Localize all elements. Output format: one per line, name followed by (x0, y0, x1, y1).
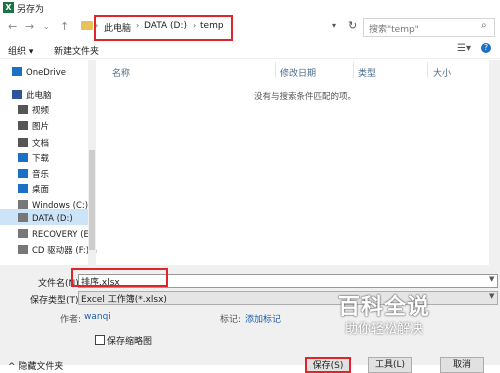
download-icon (18, 153, 28, 162)
nav-item-label: OneDrive (26, 68, 66, 78)
up-arrow-icon[interactable]: ↑ (60, 20, 69, 33)
list-scrollbar[interactable] (489, 60, 500, 265)
column-header-size[interactable]: 大小 (433, 66, 451, 79)
breadcrumb-this-pc[interactable]: 此电脑 (104, 21, 131, 34)
excel-app-icon: X (3, 2, 14, 13)
nav-item[interactable]: CD 驱动器 (F:) a (18, 244, 97, 256)
empty-list-message: 没有与搜索条件匹配的项。 (254, 92, 357, 102)
filename-highlight-box (71, 268, 168, 287)
search-placeholder[interactable]: 搜索"temp" (369, 22, 419, 35)
new-folder-button[interactable]: 新建文件夹 (54, 44, 99, 57)
window-title: 另存为 (17, 5, 45, 15)
tags-value[interactable]: 添加标记 (245, 312, 281, 325)
picture-icon (18, 121, 28, 130)
nav-item[interactable]: Windows (C:) (18, 200, 88, 211)
nav-item[interactable]: 文档 (18, 137, 49, 149)
document-icon (18, 138, 28, 147)
column-divider (427, 62, 428, 78)
tools-button[interactable]: 工具(L) (368, 357, 412, 373)
nav-item-label: 图片 (32, 122, 50, 132)
folder-icon (81, 21, 93, 30)
nav-item-label: 此电脑 (26, 91, 52, 101)
filetype-dropdown-icon[interactable]: ▼ (489, 292, 494, 300)
drive-icon (18, 213, 28, 222)
breadcrumb-separator[interactable]: › (193, 21, 196, 30)
watermark-subtitle: 助你轻松解决 (345, 322, 424, 337)
nav-item[interactable]: 图片 (18, 120, 49, 132)
hide-folders-toggle[interactable]: ^ 隐藏文件夹 (8, 359, 63, 372)
nav-item-label: DATA (D:) (32, 214, 73, 224)
author-label: 作者: (60, 315, 82, 325)
nav-item-label: 下载 (32, 154, 50, 164)
author-value[interactable]: wanqi (84, 312, 111, 322)
recent-dropdown-icon[interactable]: ⌄ (43, 22, 50, 31)
search-icon[interactable]: ⌕ (481, 20, 487, 31)
nav-item[interactable]: 视频 (18, 104, 49, 116)
organize-button[interactable]: 组织 ▾ (8, 44, 33, 57)
filetype-value[interactable]: Excel 工作簿(*.xlsx) (81, 292, 167, 305)
breadcrumb-separator[interactable]: › (136, 21, 139, 30)
filetype-label: 保存类型(T): (30, 296, 82, 306)
save-thumbnail-checkbox[interactable] (95, 335, 105, 345)
back-arrow-icon[interactable]: ← (8, 20, 17, 33)
title-bar (0, 0, 500, 16)
forward-arrow-icon[interactable]: → (25, 20, 34, 33)
column-header-name[interactable]: 名称 (112, 66, 130, 79)
nav-item-label: 文档 (32, 139, 50, 149)
nav-item-label: RECOVERY (E:) (32, 230, 96, 240)
drive-icon (18, 200, 28, 209)
cancel-button[interactable]: 取消 (440, 357, 484, 373)
nav-item[interactable]: RECOVERY (E:) (18, 229, 95, 240)
watermark-title: 百科全说 (338, 295, 431, 320)
nav-item[interactable]: DATA (D:) (18, 213, 73, 224)
nav-item-label: 视频 (32, 106, 50, 116)
tags-label: 标记: (220, 315, 242, 325)
nav-item-label: 桌面 (32, 185, 50, 195)
video-icon (18, 105, 28, 114)
column-header-modified[interactable]: 修改日期 (280, 66, 316, 79)
nav-item-label: Windows (C:) (32, 201, 89, 211)
filename-dropdown-icon[interactable]: ▼ (489, 275, 494, 283)
nav-item[interactable]: 桌面 (18, 183, 49, 195)
column-divider (275, 62, 276, 78)
cd-drive-icon (18, 245, 28, 254)
column-header-type[interactable]: 类型 (358, 66, 376, 79)
nav-item[interactable]: 下载 (18, 152, 49, 164)
help-icon[interactable]: ? (481, 43, 491, 53)
nav-item[interactable]: OneDrive (12, 67, 66, 78)
nav-item[interactable]: 此电脑 (12, 89, 52, 101)
nav-item[interactable]: 音乐 (18, 168, 49, 180)
cloud-icon (12, 67, 22, 76)
breadcrumb-data-drive[interactable]: DATA (D:) (144, 21, 187, 31)
column-divider (353, 62, 354, 78)
drive-icon (18, 229, 28, 238)
save-button[interactable]: 保存(S) (305, 357, 351, 373)
desktop-icon (18, 184, 28, 193)
nav-item-label: 音乐 (32, 170, 50, 180)
view-options-icon[interactable]: ☰▾ (457, 43, 471, 54)
computer-icon (12, 90, 22, 99)
address-dropdown-icon[interactable]: ▾ (332, 21, 336, 30)
music-icon (18, 169, 28, 178)
save-thumbnail-label[interactable]: 保存缩略图 (107, 334, 152, 347)
breadcrumb-temp[interactable]: temp (200, 21, 224, 31)
nav-scrollbar-thumb[interactable] (89, 150, 95, 250)
refresh-icon[interactable]: ↻ (348, 19, 357, 32)
